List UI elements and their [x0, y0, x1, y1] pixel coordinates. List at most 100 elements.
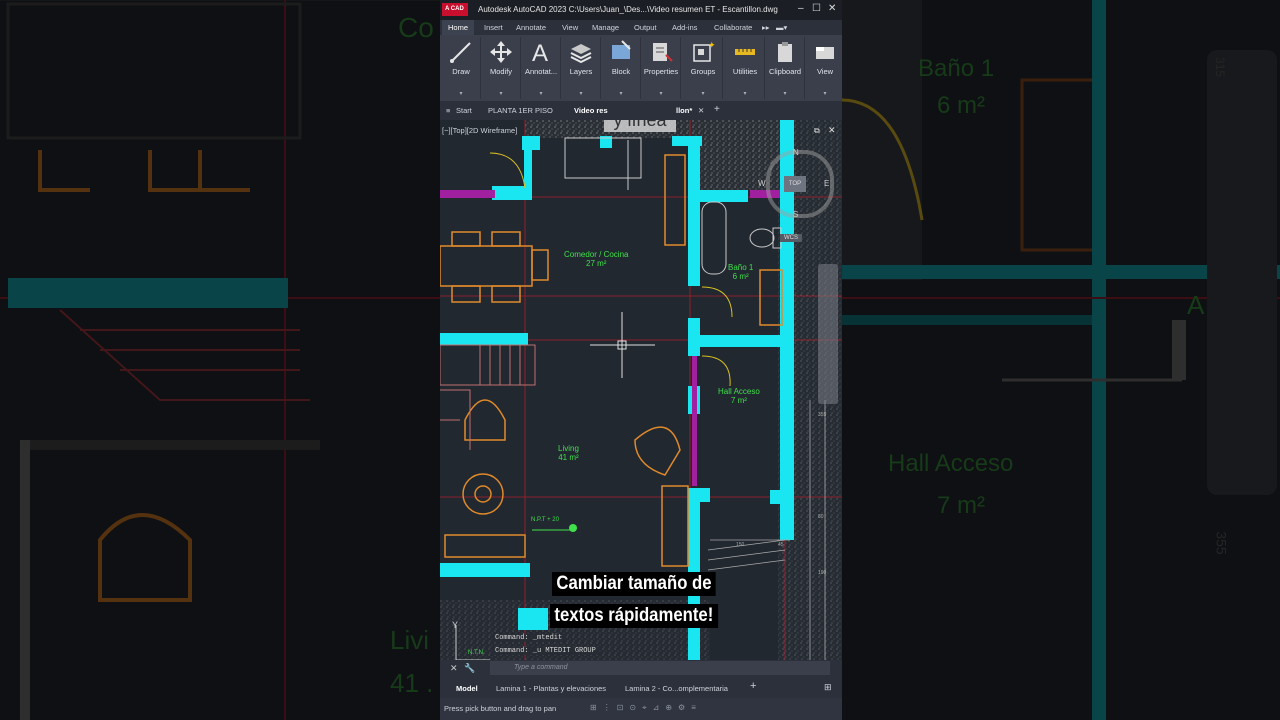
- modify-label: Modify: [489, 67, 513, 76]
- caption-line-2: textos rápidamente!: [550, 604, 718, 628]
- menu-icon[interactable]: ≡: [446, 106, 450, 115]
- viewcube-west[interactable]: W: [758, 179, 766, 188]
- npt-label: N.P.T + 20: [531, 517, 559, 523]
- tab-video-resumen-end[interactable]: llon*: [676, 106, 692, 115]
- view-button[interactable]: View ▾: [806, 37, 842, 99]
- npt-level-marker: [532, 524, 577, 532]
- status-message: Press pick button and drag to pan: [444, 704, 557, 713]
- draw-line-icon: [450, 42, 471, 63]
- room-label-hall: Hall Acceso 7 m²: [718, 387, 760, 405]
- dim-150: 150: [736, 542, 745, 548]
- viewcube-top-face[interactable]: TOP: [784, 176, 806, 192]
- room-label-bano: Baño 1 6 m²: [728, 263, 753, 281]
- close-icon[interactable]: ✕: [828, 3, 836, 14]
- properties-label: Properties: [643, 67, 679, 76]
- viewport-close-icon[interactable]: ✕: [828, 125, 836, 136]
- tab-video-resumen[interactable]: Video res: [574, 106, 608, 115]
- tab-lamina-2[interactable]: Lamina 2 - Co...omplementaria: [625, 684, 728, 693]
- more-tabs-icon[interactable]: ▸▸: [762, 23, 770, 32]
- command-input[interactable]: Type a command: [490, 661, 830, 675]
- document-tab-bar: ≡ Start PLANTA 1ER PISO Video res llon* …: [440, 101, 842, 120]
- annotation-button[interactable]: A Annotat... ▾: [522, 37, 561, 99]
- tab-planta-1er-piso[interactable]: PLANTA 1ER PISO: [488, 106, 553, 115]
- add-layout-icon[interactable]: +: [750, 680, 756, 692]
- groups-label: Groups: [690, 67, 716, 76]
- draw-label: Draw: [452, 67, 470, 76]
- draw-button[interactable]: Draw ▾: [442, 37, 481, 99]
- tab-insert[interactable]: Insert: [484, 23, 503, 32]
- wcs-menu[interactable]: WCS: [780, 234, 802, 242]
- layers-label: Layers: [569, 67, 593, 76]
- tab-add-ins[interactable]: Add-ins: [672, 23, 697, 32]
- properties-button[interactable]: Properties ▾: [642, 37, 681, 99]
- blur-dim-overlay: [0, 0, 440, 720]
- clipboard-label: Clipboard: [768, 67, 802, 76]
- layers-button[interactable]: Layers ▾: [562, 37, 601, 99]
- blurred-backdrop-left: Co Livi 41 .: [0, 0, 440, 720]
- viewport-restore-icon[interactable]: ⧉: [814, 126, 820, 136]
- status-bar: Press pick button and drag to pan ⊞⋮⊡⊙⌖⊿…: [440, 698, 842, 720]
- clipboard-icon: [778, 42, 792, 62]
- room-name: Living: [558, 444, 579, 453]
- navigation-bar[interactable]: [818, 264, 838, 404]
- blur-dim-overlay-right: [842, 0, 1280, 720]
- command-history-line-2: Command: _u MTEDIT GROUP: [492, 647, 599, 655]
- clipboard-button[interactable]: Clipboard ▾: [766, 37, 805, 99]
- caption-line-1: Cambiar tamaño de: [552, 572, 716, 596]
- watermark-logo: de punto y línea: [604, 120, 676, 132]
- tab-lamina-1[interactable]: Lamina 1 - Plantas y elevaciones: [496, 684, 606, 693]
- groups-button[interactable]: ✦ Groups ▾: [684, 37, 723, 99]
- tab-home[interactable]: Home: [442, 20, 475, 35]
- modify-button[interactable]: Modify ▾: [482, 37, 521, 99]
- tab-output[interactable]: Output: [634, 23, 657, 32]
- command-line-bar: ✕ 🔧 Type a command: [440, 660, 842, 678]
- viewcube-north[interactable]: N: [793, 148, 799, 157]
- view-label: View: [816, 67, 834, 76]
- command-customize-icon[interactable]: 🔧: [464, 663, 475, 674]
- room-area: 7 m²: [730, 396, 747, 405]
- maximize-icon[interactable]: ☐: [812, 3, 821, 14]
- dim-45: 45: [778, 542, 784, 548]
- dim-190: 190: [818, 570, 827, 576]
- svg-text:A: A: [532, 40, 548, 65]
- tab-close-icon[interactable]: ✕: [698, 106, 704, 115]
- measure-ruler-icon: [735, 49, 755, 55]
- block-label: Block: [611, 67, 631, 76]
- status-tool-icons[interactable]: ⊞⋮⊡⊙⌖⊿⊕⚙≡: [590, 703, 702, 713]
- room-name: Hall Acceso: [718, 387, 760, 396]
- viewcube-south[interactable]: S: [793, 210, 798, 219]
- utilities-button[interactable]: Utilities ▾: [726, 37, 765, 99]
- layout-tab-bar: Model Lamina 1 - Plantas y elevaciones L…: [440, 678, 842, 698]
- autocad-logo[interactable]: A CAD: [442, 3, 468, 16]
- tab-annotate[interactable]: Annotate: [516, 23, 546, 32]
- tab-start[interactable]: Start: [456, 106, 472, 115]
- tab-model[interactable]: Model: [456, 684, 478, 693]
- dim-80: 80: [818, 514, 824, 520]
- window-title: Autodesk AutoCAD 2023 C:\Users\Juan_\Des…: [478, 5, 778, 14]
- block-button[interactable]: Block ▾: [602, 37, 641, 99]
- room-label-comedor: Comedor / Cocina 27 m²: [564, 250, 628, 268]
- command-close-icon[interactable]: ✕: [450, 663, 458, 674]
- svg-text:✦: ✦: [708, 40, 716, 50]
- watermark-line-3: y línea: [613, 120, 667, 130]
- layers-stack-icon: [570, 44, 592, 64]
- minimize-icon[interactable]: –: [798, 3, 804, 14]
- new-tab-icon[interactable]: +: [714, 104, 720, 115]
- title-bar: A CAD Autodesk AutoCAD 2023 C:\Users\Jua…: [440, 0, 842, 20]
- ribbon-tab-bar: Home Insert Annotate View Manage Output …: [440, 20, 842, 35]
- tab-manage[interactable]: Manage: [592, 23, 619, 32]
- view-icon: [816, 47, 834, 59]
- layout-grid-icon[interactable]: ⊞: [824, 682, 832, 693]
- tab-view[interactable]: View: [562, 23, 578, 32]
- workspace-toggle-icon[interactable]: ▬▾: [776, 23, 787, 32]
- properties-icon: [653, 43, 673, 62]
- room-area: 6 m²: [732, 272, 749, 281]
- dim-355: 355: [818, 412, 827, 418]
- room-name: Comedor / Cocina: [564, 250, 629, 259]
- tab-collaborate[interactable]: Collaborate: [714, 23, 752, 32]
- room-name: Baño 1: [728, 263, 754, 272]
- viewcube-east[interactable]: E: [824, 179, 829, 188]
- viewport-controls-label[interactable]: [−][Top][2D Wireframe]: [442, 126, 517, 135]
- utilities-label: Utilities: [732, 67, 758, 76]
- room-area: 41 m²: [558, 453, 579, 462]
